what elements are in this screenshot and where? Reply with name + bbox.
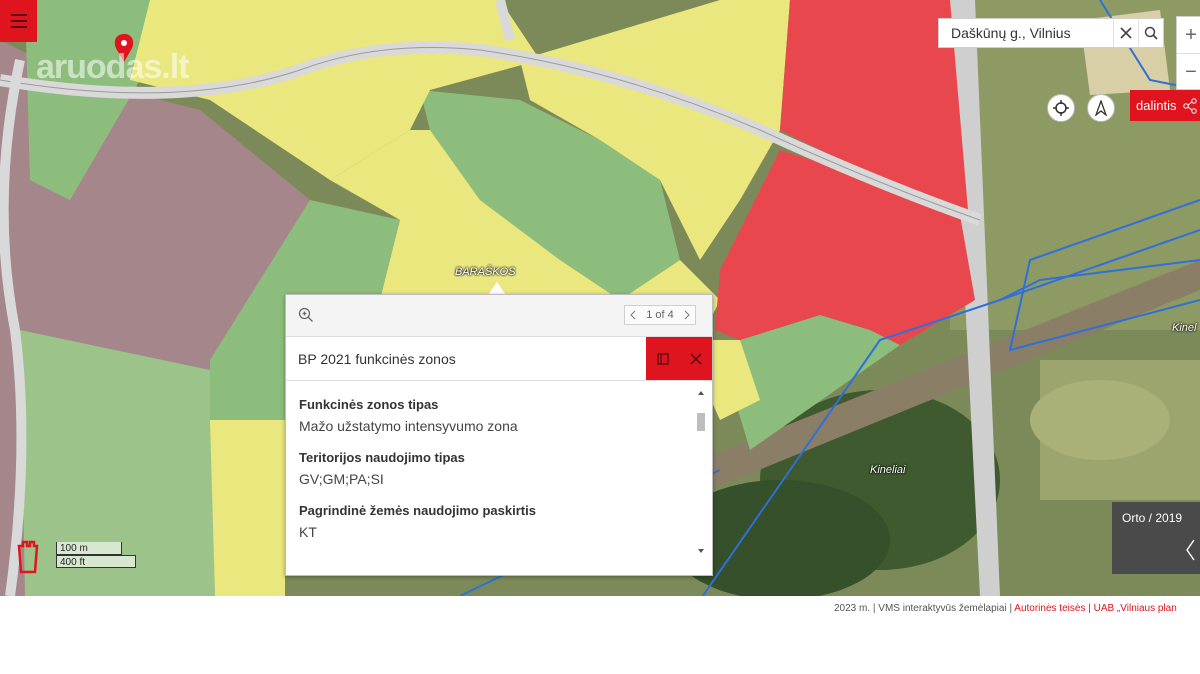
watermark: aruodas.lt — [36, 48, 189, 86]
pager-text: 1 of 4 — [646, 309, 674, 321]
popup-header: BP 2021 funkcinės zonos — [286, 337, 712, 381]
close-popup-button[interactable] — [689, 352, 702, 365]
basemap-label: Orto / 2019 — [1122, 511, 1183, 525]
close-icon — [1120, 27, 1132, 39]
compass-icon — [1094, 100, 1108, 116]
compass-button[interactable] — [1087, 94, 1115, 122]
field-value: Mažo užstatymo intensyvumo zona — [299, 418, 518, 434]
magnify-icon[interactable] — [298, 307, 314, 323]
company-link[interactable]: UAB „Vilniaus plan — [1094, 603, 1177, 614]
field-label: Pagrindinė žemės naudojimo paskirtis — [299, 503, 536, 518]
hamburger-icon — [10, 14, 27, 16]
popup-content: Funkcinės zonos tipas Mažo užstatymo int… — [286, 381, 692, 561]
field-value: KT — [299, 524, 317, 540]
chevron-right-icon[interactable] — [683, 310, 691, 320]
popup-actions — [646, 337, 712, 380]
credits-text: 2023 m. | VMS interaktyvūs žemėlapiai | — [834, 603, 1013, 614]
field-value: GV;GM;PA;SI — [299, 471, 384, 487]
zoom-out-button[interactable]: − — [1177, 53, 1200, 90]
crosshair-icon — [1053, 100, 1069, 116]
locate-button[interactable] — [1047, 94, 1075, 122]
field-label: Funkcinės zonos tipas — [299, 397, 439, 412]
attribution: 2023 m. | VMS interaktyvūs žemėlapiai | … — [830, 599, 1200, 619]
zoom-control: + − — [1176, 16, 1200, 90]
search-box — [938, 18, 1164, 48]
map-label-kineliai: Kineliai — [870, 464, 906, 476]
search-icon — [1144, 26, 1158, 40]
scale-metric: 100 m — [56, 542, 122, 555]
popup-pager: 1 of 4 — [624, 305, 696, 325]
scale-bar: 100 m 400 ft — [56, 542, 136, 568]
share-button[interactable]: dalintis — [1130, 90, 1200, 121]
menu-button[interactable] — [0, 0, 37, 42]
copyright-link[interactable]: Autorinės teisės — [1014, 603, 1085, 614]
search-button[interactable] — [1138, 19, 1163, 47]
chevron-left-icon[interactable] — [629, 310, 637, 320]
popup-scrollbar[interactable] — [696, 389, 706, 555]
map-canvas[interactable]: aruodas.lt BARAŠKOS Kineliai Kinel + − d… — [0, 0, 1200, 596]
dock-button[interactable] — [656, 352, 669, 365]
feature-popup: 1 of 4 BP 2021 funkcinės zonos Funkcinės… — [285, 294, 713, 576]
clear-search-button[interactable] — [1113, 19, 1138, 47]
zoom-in-button[interactable]: + — [1177, 17, 1200, 53]
share-icon — [1183, 97, 1198, 114]
map-label-baraskos: BARAŠKOS — [455, 266, 516, 278]
search-input[interactable] — [939, 24, 1113, 42]
field-label: Teritorijos naudojimo tipas — [299, 450, 465, 465]
castle-logo-icon — [17, 540, 39, 574]
scale-imperial: 400 ft — [56, 555, 136, 568]
share-label: dalintis — [1136, 98, 1177, 113]
basemap-switcher[interactable]: Orto / 2019 — [1112, 502, 1200, 574]
chevron-left-icon — [1186, 539, 1195, 561]
map-label-kinel: Kinel — [1172, 322, 1197, 334]
popup-title: BP 2021 funkcinės zonos — [298, 351, 456, 367]
popup-toolbar: 1 of 4 — [286, 295, 712, 337]
